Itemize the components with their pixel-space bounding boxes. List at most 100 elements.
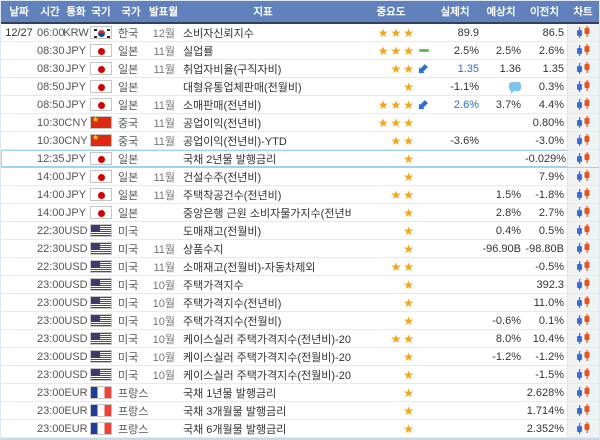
indicator-name-link[interactable]: 소비자신뢰지수 [175, 25, 351, 41]
indicator-name-link[interactable]: 케이스실러 주택가격지수(전월비)-20도시,계절조정 [175, 349, 351, 365]
chart-cell[interactable] [567, 222, 599, 239]
table-row[interactable]: 23:00 USD 미국 10월 케이스실러 주택가격지수(전월비)-20도시,… [1, 366, 599, 384]
table-row[interactable]: 08:30 JPY 일본 11월 취업자비율(구직자비) ★★ 1.35 1.3… [1, 60, 599, 78]
chart-cell[interactable] [567, 330, 599, 347]
chart-cell[interactable] [567, 42, 599, 59]
indicator-name-link[interactable]: 취업자비율(구직자비) [175, 61, 351, 77]
indicator-name-link[interactable]: 주택가격지수 [175, 277, 351, 293]
chart-cell[interactable] [567, 402, 599, 419]
chart-cell[interactable] [567, 276, 599, 293]
indicator-name-link[interactable]: 국채 2년물 발행금리 [175, 151, 351, 167]
table-row[interactable]: 23:00 USD 미국 10월 케이스실러 주택가격지수(전월비)-20도시,… [1, 348, 599, 366]
chart-cell[interactable] [567, 132, 599, 149]
table-row[interactable]: 22:30 USD 미국 도매재고(전월비) ★ 0.4% 0.5% [1, 222, 599, 240]
indicator-name-link[interactable]: 공업이익(전년비)-YTD [175, 133, 351, 149]
table-row[interactable]: 23:00 EUR 프랑스 국채 6개월물 발행금리 ★ 2.352% [1, 420, 599, 438]
chart-cell[interactable] [567, 258, 599, 275]
table-row[interactable]: 23:00 USD 미국 10월 케이스실러 주택가격지수(전년비)-20도시,… [1, 330, 599, 348]
table-row[interactable]: 14:00 JPY 일본 11월 주택착공건수(전년비) ★★ 1.5% -1.… [1, 186, 599, 204]
chart-cell[interactable] [567, 60, 599, 77]
indicator-name-link[interactable]: 국채 1년물 발행금리 [175, 385, 351, 401]
currency-cell: CNY [63, 117, 89, 129]
indicator-name-link[interactable]: 공업이익(전년비) [175, 115, 351, 131]
table-row[interactable]: 23:00 USD 미국 10월 주택가격지수(전월비) ★ -0.6% 0.1… [1, 312, 599, 330]
flag-cell [89, 278, 113, 291]
indicator-name-link[interactable]: 케이스실러 주택가격지수(전월비)-20도시,원지수 [175, 367, 351, 383]
candlestick-chart-icon [576, 296, 591, 309]
currency-cell: USD [63, 333, 89, 345]
chart-cell[interactable] [567, 186, 599, 203]
table-row[interactable]: 23:00 USD 미국 10월 주택가격지수 ★ 392.3 [1, 276, 599, 294]
report-month-cell: 11월 [149, 43, 175, 59]
trend-icon-slot [416, 99, 431, 111]
chart-cell[interactable] [567, 168, 599, 185]
country-cell: 중국 [113, 133, 149, 149]
country-cell: 프랑스 [113, 421, 149, 437]
chart-cell[interactable] [567, 78, 599, 95]
indicator-name-link[interactable]: 중앙은행 근원 소비자물가지수(전년비) [175, 205, 351, 221]
indicator-name-link[interactable]: 국채 6개월물 발행금리 [175, 421, 351, 437]
flag-cell [89, 206, 113, 219]
report-month-cell: 11월 [149, 241, 175, 257]
trend-icon-slot [416, 153, 431, 165]
header-currency: 통화 [63, 4, 89, 19]
chart-cell[interactable] [567, 114, 599, 131]
trend-icon-slot [416, 135, 431, 147]
indicator-name-link[interactable]: 주택가격지수(전년비) [175, 295, 351, 311]
candlestick-chart-icon [576, 80, 591, 93]
table-row[interactable]: 08:30 JPY 일본 11월 실업률 ★★★ 2.5% 2.5% 2.6% [1, 42, 599, 60]
importance-stars-icon: ★★★ [378, 27, 416, 39]
table-row[interactable]: 14:00 JPY 일본 11월 건설수주(전년비) ★ 7.9% [1, 168, 599, 186]
table-row[interactable]: 23:00 USD 미국 10월 주택가격지수(전년비) ★ 11.0% [1, 294, 599, 312]
indicator-name-link[interactable]: 도매재고(전월비) [175, 223, 351, 239]
chart-cell[interactable] [567, 366, 599, 383]
indicator-name-link[interactable]: 케이스실러 주택가격지수(전년비)-20도시,원지수 [175, 331, 351, 347]
table-row[interactable]: 10:30 CNY 중국 11월 공업이익(전년비)-YTD ★★ -3.6% … [1, 132, 599, 150]
previous-value: 0.5% [525, 225, 567, 237]
comment-bubble-icon[interactable] [509, 82, 521, 91]
fr-flag-icon [90, 386, 112, 399]
chart-cell[interactable] [567, 24, 599, 41]
table-row[interactable]: 22:30 USD 미국 11월 상품수지 ★ -96.90B -98.80B [1, 240, 599, 258]
table-row[interactable]: 23:00 EUR 프랑스 국채 1년물 발행금리 ★ 2.628% [1, 384, 599, 402]
flag-cell [89, 224, 113, 237]
table-row[interactable]: 12/27 06:00 KRW 한국 12월 소비자신뢰지수 ★★★ 89.9 … [1, 24, 599, 42]
indicator-name-link[interactable]: 대형유통업체판매(전월비) [175, 79, 351, 95]
indicator-name-link[interactable]: 건설수주(전년비) [175, 169, 351, 185]
indicator-name-link[interactable]: 소매재고(전월비)-자동차제외 [175, 259, 351, 275]
country-cell: 미국 [113, 259, 149, 275]
indicator-name-link[interactable]: 국채 3개월물 발행금리 [175, 403, 351, 419]
time-cell: 14:00 [37, 207, 63, 219]
forecast-value: 0.4% [481, 225, 525, 237]
table-row[interactable]: 12:35 JPY 일본 국채 2년물 발행금리 ★ -0.029% [1, 150, 599, 168]
importance-stars-icon: ★★★ [378, 99, 416, 111]
indicator-name-link[interactable]: 주택착공건수(전년비) [175, 187, 351, 203]
chart-cell[interactable] [567, 204, 599, 221]
candlestick-chart-icon [576, 386, 591, 399]
chart-cell[interactable] [567, 348, 599, 365]
chart-cell[interactable] [567, 312, 599, 329]
previous-value: 7.9% [525, 171, 567, 183]
importance-cell: ★ [351, 207, 431, 219]
table-row[interactable]: 08:50 JPY 일본 대형유통업체판매(전월비) ★ -1.1% 0.3% [1, 78, 599, 96]
table-row[interactable]: 08:50 JPY 일본 11월 소매판매(전년비) ★★★ 2.6% 3.7%… [1, 96, 599, 114]
table-row[interactable]: 23:00 EUR 프랑스 국채 3개월물 발행금리 ★ 1.714% [1, 402, 599, 420]
candlestick-chart-icon [576, 278, 591, 291]
indicator-name-link[interactable]: 실업률 [175, 43, 351, 59]
chart-cell[interactable] [567, 384, 599, 401]
chart-cell[interactable] [567, 294, 599, 311]
table-row[interactable]: 14:00 JPY 일본 중앙은행 근원 소비자물가지수(전년비) ★ 2.8%… [1, 204, 599, 222]
chart-cell[interactable] [567, 420, 599, 437]
chart-cell[interactable] [567, 96, 599, 113]
indicator-name-link[interactable]: 소매판매(전년비) [175, 97, 351, 113]
currency-cell: JPY [63, 63, 89, 75]
table-row[interactable]: 10:30 CNY 중국 11월 공업이익(전년비) ★★★ 0.80% [1, 114, 599, 132]
chart-cell[interactable] [567, 150, 599, 167]
indicator-name-link[interactable]: 주택가격지수(전월비) [175, 313, 351, 329]
chart-cell[interactable] [567, 240, 599, 257]
flag-cell [89, 404, 113, 417]
indicator-name-link[interactable]: 상품수지 [175, 241, 351, 257]
flag-cell [89, 260, 113, 273]
trend-icon-slot [416, 297, 431, 309]
table-row[interactable]: 22:30 USD 미국 11월 소매재고(전월비)-자동차제외 ★★ -0.5… [1, 258, 599, 276]
